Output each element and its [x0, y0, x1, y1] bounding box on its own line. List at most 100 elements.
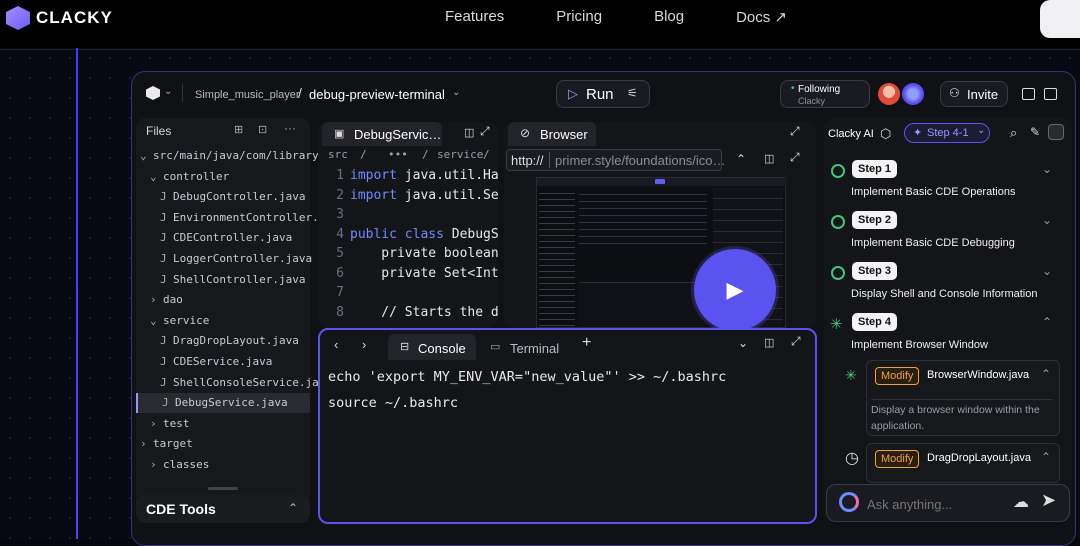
- chevron-up-icon[interactable]: ⌃: [1041, 450, 1051, 464]
- expand-icon[interactable]: ⤢: [791, 334, 801, 349]
- nav-features[interactable]: Features: [445, 8, 504, 26]
- invite-button[interactable]: ⚇ Invite: [940, 81, 1008, 107]
- avatar[interactable]: [878, 83, 900, 105]
- ask-box[interactable]: ☁ ➤: [826, 484, 1070, 522]
- java-file-icon: J: [160, 355, 167, 368]
- file-tree-item-selected[interactable]: J DebugService.java: [136, 393, 310, 414]
- task-file-name: DragDropLayout.java: [927, 452, 1031, 464]
- project-name[interactable]: Simple_music_player: [195, 89, 300, 101]
- nav-pricing[interactable]: Pricing: [556, 8, 602, 26]
- ask-input[interactable]: [867, 494, 1007, 514]
- collapse-icon[interactable]: ⌃: [288, 501, 298, 515]
- new-folder-icon[interactable]: ⊡: [258, 123, 267, 136]
- task-card[interactable]: ✳ Modify BrowserWindow.java ⌃ Display a brow…: [845, 360, 1060, 436]
- layout-right-icon[interactable]: [1044, 88, 1057, 100]
- following-indicator[interactable]: • Following Clacky: [780, 80, 870, 108]
- file-tree-item[interactable]: J EnvironmentController.j…: [136, 208, 332, 228]
- expand-icon[interactable]: ⤢: [790, 124, 800, 139]
- task-card[interactable]: ◷ Modify DragDropLayout.java ⌃: [845, 443, 1060, 483]
- expand-icon[interactable]: ⤢: [790, 150, 800, 165]
- more-icon[interactable]: ···: [284, 121, 296, 135]
- panel-toggle-icon[interactable]: [1048, 124, 1064, 140]
- code-text: DebugS: [443, 226, 498, 242]
- file-tree-item[interactable]: › dao: [136, 290, 310, 310]
- editor-tab-label: DebugServic…: [354, 127, 442, 142]
- chevron-down-icon[interactable]: ⌄: [452, 87, 460, 98]
- play-video-button[interactable]: ▶: [694, 249, 776, 331]
- branch-name[interactable]: debug-preview-terminal: [309, 87, 445, 102]
- url-bar[interactable]: http:// primer.style/foundations/ico…: [506, 149, 726, 171]
- chevron-down-icon[interactable]: ⌄: [1042, 264, 1052, 278]
- java-file-icon: J: [162, 396, 169, 410]
- ai-step[interactable]: Step 1 Implement Basic CDE Operations ⌄: [824, 160, 1064, 206]
- ai-avatar[interactable]: [902, 83, 924, 105]
- file-tree-item[interactable]: › test: [136, 414, 310, 434]
- file-tree-item[interactable]: J CDEService.java: [136, 352, 310, 372]
- upload-icon[interactable]: ☁: [1013, 492, 1029, 512]
- collapse-icon[interactable]: ⌃: [736, 152, 746, 166]
- split-icon[interactable]: ◫: [764, 336, 774, 349]
- cube-icon[interactable]: [146, 86, 160, 100]
- tab-terminal[interactable]: ▭ Terminal: [480, 334, 564, 360]
- chevron-down-icon[interactable]: ⌄: [164, 86, 172, 97]
- step-badge: Step 1: [852, 160, 898, 178]
- expand-icon[interactable]: ⤢: [480, 124, 490, 139]
- modify-badge: Modify: [875, 367, 920, 385]
- file-tree-item[interactable]: › target: [136, 434, 310, 454]
- code-area[interactable]: 1 import java.util.Ha 2 import java.util.Se…: [318, 168, 498, 328]
- add-tab-icon[interactable]: +: [582, 334, 591, 352]
- file-tree-item[interactable]: J DebugController.java: [136, 187, 310, 207]
- file-tree-label: LoggerController.java: [173, 252, 313, 265]
- ai-step[interactable]: Step 3 Display Shell and Console Informat…: [824, 262, 1064, 308]
- line-number: 1: [336, 168, 344, 183]
- add-user-icon: ⚇: [949, 86, 960, 100]
- brand-logo[interactable]: CLACKY: [6, 6, 113, 30]
- file-tree-item[interactable]: J DragDropLayout.java: [136, 331, 310, 351]
- run-button[interactable]: ▷ Run ⚟: [556, 80, 650, 108]
- ai-step[interactable]: ✳ Step 4 Implement Browser Window ⌃: [824, 313, 1064, 359]
- split-icon[interactable]: ◫: [464, 126, 474, 139]
- cde-tools-panel[interactable]: CDE Tools ⌃: [136, 495, 310, 523]
- nav-cta-button[interactable]: [1040, 0, 1080, 38]
- send-icon[interactable]: ➤: [1041, 490, 1056, 511]
- collapse-down-icon[interactable]: ⌄: [738, 336, 748, 350]
- brush-icon[interactable]: ✎: [1030, 125, 1040, 139]
- nav-blog[interactable]: Blog: [654, 8, 684, 26]
- split-icon[interactable]: ◫: [764, 152, 774, 165]
- code-line: 7: [318, 285, 350, 300]
- ai-step[interactable]: Step 2 Implement Basic CDE Debugging ⌄: [824, 211, 1064, 257]
- chevron-up-icon[interactable]: ⌃: [1041, 367, 1051, 381]
- file-tree-item[interactable]: J ShellConsoleService.jav…: [136, 373, 332, 393]
- invite-label: Invite: [967, 87, 999, 102]
- file-tree-item[interactable]: J CDEController.java: [136, 228, 310, 248]
- divider: [182, 84, 183, 102]
- chevron-down-icon[interactable]: ⌄: [1042, 162, 1052, 176]
- file-tree-item[interactable]: J ShellController.java: [136, 270, 310, 290]
- new-file-icon[interactable]: ⊞: [234, 123, 243, 136]
- file-tree-item[interactable]: ⌄ controller: [136, 167, 310, 187]
- back-icon[interactable]: ‹: [334, 337, 338, 352]
- editor-tab[interactable]: ▣ DebugServic…: [322, 122, 442, 146]
- chevron-up-icon[interactable]: ⌃: [1042, 315, 1052, 329]
- browser-tab[interactable]: ⊘ Browser: [508, 122, 596, 146]
- breadcrumb-service[interactable]: service: [437, 148, 483, 161]
- java-file-icon: J: [160, 334, 167, 348]
- scroll-handle[interactable]: [208, 487, 238, 490]
- search-icon[interactable]: ⌕: [1010, 125, 1017, 141]
- file-tree-label: classes: [163, 458, 210, 471]
- nav-docs[interactable]: Docs ↗: [736, 8, 787, 26]
- forward-icon[interactable]: ›: [362, 337, 366, 352]
- chevron-down-icon: ⌄: [150, 313, 157, 327]
- step-tag[interactable]: ✦ Step 4-1 ⌄: [904, 123, 990, 143]
- file-tree-item[interactable]: › classes: [136, 455, 310, 475]
- layout-left-icon[interactable]: [1022, 88, 1035, 100]
- settings-sliders-icon[interactable]: ⚟: [627, 86, 638, 100]
- tab-console[interactable]: ⊟ Console: [388, 334, 476, 360]
- console-output[interactable]: echo 'export MY_ENV_VAR="new_value"' >> …: [328, 368, 808, 518]
- file-tree-item[interactable]: ⌄ service: [136, 311, 310, 331]
- chevron-down-icon[interactable]: ⌄: [1042, 213, 1052, 227]
- breadcrumb-src[interactable]: src: [328, 148, 348, 161]
- file-tree-item[interactable]: ⌄ src/main/java/com/library: [136, 146, 319, 166]
- file-tree-item[interactable]: J LoggerController.java: [136, 249, 313, 269]
- breadcrumb-more[interactable]: •••: [388, 148, 408, 161]
